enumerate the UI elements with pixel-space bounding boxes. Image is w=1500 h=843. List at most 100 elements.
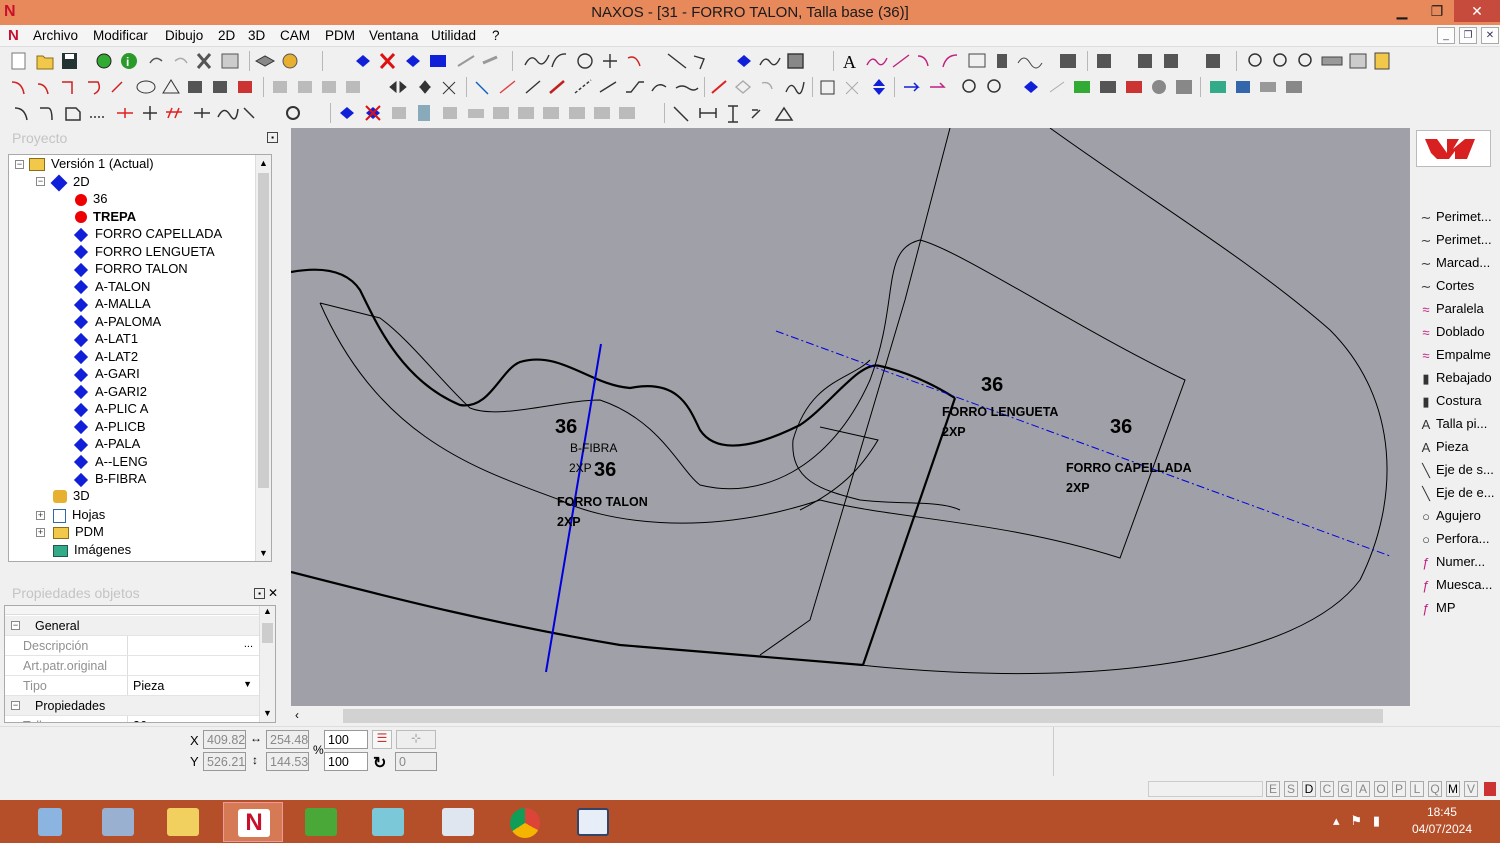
tool-item[interactable]: ○ Agujero bbox=[1417, 508, 1497, 530]
ruler-icon[interactable] bbox=[1321, 56, 1343, 66]
tool-icon[interactable] bbox=[418, 105, 430, 121]
fill-icon[interactable] bbox=[787, 53, 804, 69]
property-row-descripcion[interactable]: Descripción ... bbox=[5, 636, 261, 656]
close-button[interactable]: ✕ bbox=[1454, 0, 1500, 22]
tool-item[interactable]: ○ Perfora... bbox=[1417, 531, 1497, 553]
arrow-right-icon[interactable] bbox=[904, 82, 920, 92]
arc-tool-icon[interactable] bbox=[37, 83, 49, 95]
taskbar-app-folder[interactable] bbox=[153, 802, 213, 842]
hand-icon[interactable] bbox=[997, 54, 1007, 68]
tree-node-piece[interactable]: A-PALOMA bbox=[73, 314, 161, 331]
tool-item[interactable]: ∼ Marcad... bbox=[1417, 255, 1497, 277]
search-icon[interactable] bbox=[987, 79, 1001, 93]
taskbar-app-design[interactable] bbox=[291, 802, 351, 842]
page-icon[interactable] bbox=[65, 107, 81, 121]
tree-node-2d[interactable]: 2D bbox=[50, 174, 90, 192]
tree-node-hojas[interactable]: Hojas bbox=[53, 507, 105, 524]
taskbar-app-presentation[interactable] bbox=[428, 802, 488, 842]
height-field[interactable]: 144.53 bbox=[266, 752, 309, 771]
layers-icon[interactable] bbox=[254, 55, 276, 67]
save-icon[interactable] bbox=[62, 53, 77, 69]
tool-item[interactable]: ≈ Paralela bbox=[1417, 301, 1497, 323]
tool-icon[interactable] bbox=[443, 107, 457, 119]
construction-line[interactable] bbox=[759, 128, 951, 656]
ellipse-icon[interactable] bbox=[136, 80, 156, 94]
x-coordinate-field[interactable]: 409.82 bbox=[203, 730, 246, 749]
tool-icon[interactable] bbox=[619, 107, 635, 119]
diagonal-icon[interactable] bbox=[111, 81, 123, 93]
width-field[interactable]: 254.48 bbox=[266, 730, 309, 749]
paste-icon[interactable] bbox=[298, 81, 312, 93]
rectangle-icon[interactable] bbox=[968, 53, 986, 68]
zoom-in-icon[interactable] bbox=[1248, 53, 1262, 67]
tool-icon[interactable] bbox=[569, 107, 585, 119]
move-cross-icon[interactable] bbox=[143, 106, 157, 120]
fillet-icon[interactable] bbox=[627, 56, 641, 67]
tree-node-root[interactable]: Versión 1 (Actual) bbox=[29, 156, 154, 173]
image-icon[interactable] bbox=[1210, 81, 1226, 93]
tree-node-piece[interactable]: A-GARI2 bbox=[73, 384, 147, 401]
tool-icon[interactable] bbox=[194, 108, 210, 118]
open-folder-icon[interactable] bbox=[36, 55, 54, 70]
expand-icon[interactable]: + bbox=[36, 511, 45, 520]
tree-node-piece[interactable]: A-PALA bbox=[73, 436, 140, 453]
menu-cam[interactable]: CAM bbox=[280, 28, 310, 43]
minimize-button[interactable]: ▁ bbox=[1385, 0, 1419, 22]
taskbar-app-chrome[interactable] bbox=[496, 802, 556, 842]
status-key-p[interactable]: P bbox=[1392, 781, 1406, 797]
smooth-icon[interactable] bbox=[785, 81, 805, 95]
select-piece-icon[interactable] bbox=[356, 55, 370, 67]
property-row-talla[interactable]: Talla 36 bbox=[5, 716, 261, 722]
scroll-left-icon[interactable]: ‹ bbox=[295, 708, 299, 722]
scale-icon[interactable] bbox=[845, 81, 859, 95]
tool-icon[interactable] bbox=[1152, 80, 1166, 94]
arrow-icon[interactable] bbox=[930, 82, 946, 88]
curve-icon[interactable] bbox=[524, 54, 550, 66]
settings-icon[interactable] bbox=[96, 53, 112, 69]
wave-tool-icon[interactable] bbox=[675, 85, 699, 91]
talon-notch[interactable] bbox=[799, 426, 879, 511]
tool-icon[interactable] bbox=[1176, 80, 1192, 94]
forro-talon-top-line[interactable] bbox=[291, 268, 956, 447]
eraser-icon[interactable] bbox=[482, 55, 498, 65]
tool-icon[interactable] bbox=[493, 107, 509, 119]
property-group-propiedades[interactable]: − Propiedades bbox=[5, 696, 261, 716]
tool-icon[interactable] bbox=[392, 107, 406, 119]
tool-icon[interactable] bbox=[594, 107, 610, 119]
line-red-icon[interactable] bbox=[499, 80, 516, 94]
mdi-restore-button[interactable]: ❐ bbox=[1459, 27, 1477, 44]
collapse-icon[interactable]: − bbox=[11, 701, 20, 710]
tree-node-piece[interactable]: FORRO CAPELLADA bbox=[73, 226, 222, 243]
zoom-window-icon[interactable] bbox=[1298, 53, 1312, 67]
rotate-icon[interactable] bbox=[761, 81, 773, 90]
bottom-edge-line[interactable] bbox=[291, 570, 864, 667]
corner-icon[interactable] bbox=[917, 55, 929, 67]
redo-icon[interactable] bbox=[174, 57, 188, 64]
round-corner-icon[interactable] bbox=[88, 81, 101, 95]
tool-icon[interactable] bbox=[518, 107, 534, 119]
tool-disabled-icon[interactable] bbox=[457, 55, 475, 67]
tool-item[interactable]: A Talla pi... bbox=[1417, 416, 1497, 438]
taskbar-app-explorer[interactable] bbox=[88, 802, 148, 842]
thick-line-icon[interactable] bbox=[549, 80, 565, 94]
tool-item[interactable]: ∼ Perimet... bbox=[1417, 209, 1497, 231]
scroll-thumb[interactable] bbox=[262, 623, 273, 643]
piece-select-icon[interactable] bbox=[1024, 81, 1038, 93]
spline-icon[interactable] bbox=[759, 57, 781, 66]
status-key-d[interactable]: D bbox=[1302, 781, 1316, 797]
search-icon[interactable] bbox=[962, 79, 976, 93]
scale-x-field[interactable]: 100 bbox=[324, 730, 368, 749]
status-key-l[interactable]: L bbox=[1410, 781, 1424, 797]
tree-node-piece[interactable]: 36 bbox=[75, 191, 107, 208]
status-key-m[interactable]: M bbox=[1446, 781, 1460, 797]
tool-item[interactable]: ╲ Eje de s... bbox=[1417, 462, 1497, 484]
taskbar-app-notes[interactable] bbox=[358, 802, 418, 842]
disabled-tool-icon[interactable] bbox=[1049, 81, 1065, 93]
tree-node-piece[interactable]: A-PLIC A bbox=[73, 401, 148, 418]
mirror-v-icon[interactable] bbox=[418, 80, 432, 94]
taskbar-app-remote[interactable] bbox=[563, 802, 623, 842]
hash-icon[interactable] bbox=[166, 107, 182, 119]
angle-icon[interactable] bbox=[751, 109, 761, 119]
line-icon[interactable] bbox=[599, 81, 617, 93]
project-tree[interactable]: − Versión 1 (Actual) − 2D 36 TREPA FORRO C… bbox=[8, 154, 272, 562]
